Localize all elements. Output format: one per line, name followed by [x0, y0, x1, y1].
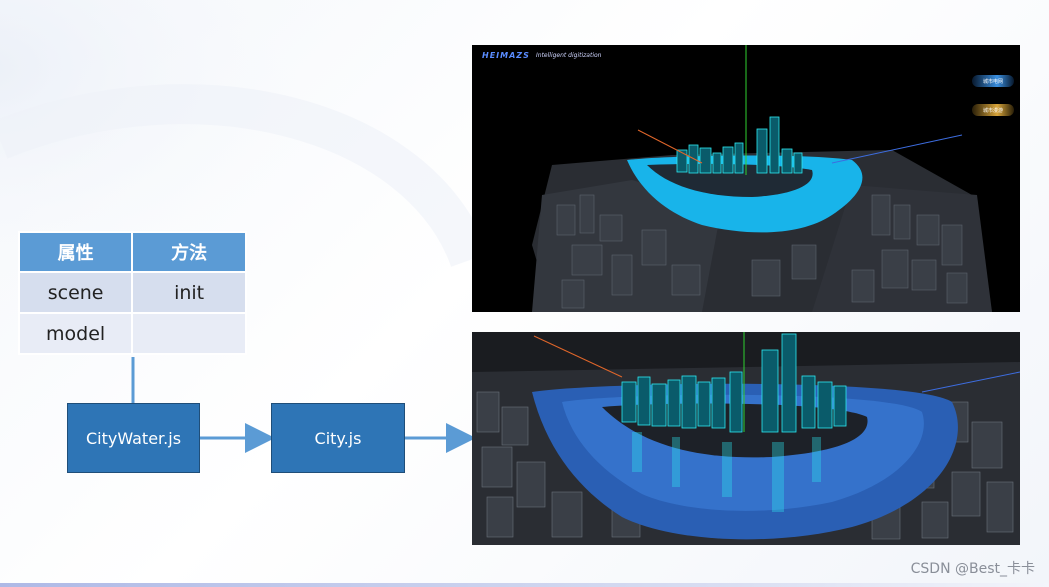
- city-module-box: City.js: [271, 403, 405, 473]
- city-label: City.js: [314, 428, 362, 448]
- table-row: model: [17, 312, 247, 355]
- properties-table: 属性 方法 scene init model: [17, 231, 247, 355]
- legend-city-roam[interactable]: 城市漫游: [972, 104, 1014, 116]
- brand-subtitle: Intelligent digitization: [536, 52, 602, 59]
- table-header-cell: 方法: [131, 231, 247, 273]
- render-before-screenshot: HEIMAZS Intelligent digitization 城市电网 城市…: [472, 45, 1020, 312]
- table-row: scene init: [17, 271, 247, 314]
- legend-power-grid[interactable]: 城市电网: [972, 75, 1014, 87]
- table-cell: [131, 312, 247, 355]
- citywater-label: CityWater.js: [85, 428, 182, 448]
- csdn-watermark: CSDN @Best_卡卡: [910, 561, 1035, 577]
- city-render-flat-water: [532, 45, 992, 312]
- table-cell: scene: [17, 271, 134, 314]
- bottom-accent-bar: [0, 583, 1049, 587]
- table-cell: model: [17, 312, 134, 355]
- table-cell: init: [131, 271, 247, 314]
- city-render-shader-water: [472, 332, 1020, 545]
- table-header-row: 属性 方法: [17, 231, 247, 273]
- brand-logo: HEIMAZS: [482, 51, 530, 60]
- table-header-cell: 属性: [17, 231, 134, 273]
- render-after-screenshot: [472, 332, 1020, 545]
- citywater-module-box: CityWater.js: [67, 403, 200, 473]
